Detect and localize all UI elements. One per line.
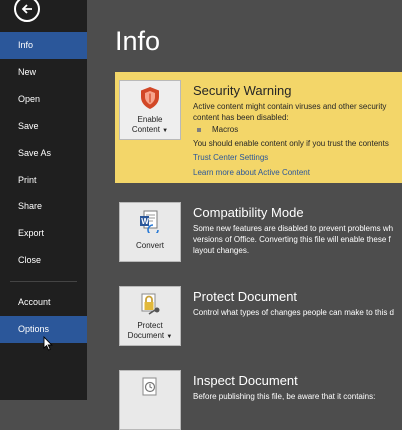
protect-text-1: Control what types of changes people can… <box>193 308 395 317</box>
security-warning-text-3: You should enable content only if you tr… <box>193 139 389 148</box>
nav-item-print[interactable]: Print <box>0 167 87 194</box>
inspect-document-icon <box>142 377 157 396</box>
mouse-pointer-icon <box>43 336 53 351</box>
enable-content-label-line2: Content ▼ <box>131 125 169 134</box>
shield-icon <box>141 87 159 109</box>
convert-document-icon: W <box>140 210 159 233</box>
compatibility-text-2: versions of Office. Converting this file… <box>193 235 391 244</box>
security-warning-panel: Enable Content ▼ Security Warning Active… <box>115 72 402 183</box>
security-warning-text-2: content has been disabled: <box>193 113 289 122</box>
bullet-icon <box>197 128 201 132</box>
nav-item-save[interactable]: Save <box>0 113 87 140</box>
convert-label: Convert <box>135 241 164 250</box>
dropdown-caret-icon: ▼ <box>162 128 169 134</box>
nav-item-info[interactable]: Info <box>0 32 87 59</box>
nav-item-account[interactable]: Account <box>0 289 87 316</box>
nav-item-save-as[interactable]: Save As <box>0 140 87 167</box>
compatibility-text-1: Some new features are disabled to preven… <box>193 224 394 233</box>
trust-center-link[interactable]: Trust Center Settings <box>193 153 268 162</box>
enable-content-button[interactable]: Enable Content ▼ <box>119 80 181 140</box>
protect-document-title: Protect Document <box>193 289 298 304</box>
back-arrow-icon <box>21 4 32 14</box>
lock-key-icon <box>141 293 160 315</box>
security-warning-title: Security Warning <box>193 83 292 98</box>
inspect-document-title: Inspect Document <box>193 373 298 388</box>
protect-label-line2: Document ▼ <box>127 331 173 340</box>
inspect-text-1: Before publishing this file, be aware th… <box>193 392 376 401</box>
page-title: Info <box>115 26 161 56</box>
back-button[interactable] <box>14 0 40 22</box>
dropdown-caret-icon: ▼ <box>166 334 173 340</box>
check-for-issues-button[interactable] <box>119 370 181 430</box>
compatibility-text-3: layout changes. <box>193 246 250 255</box>
backstage-sidebar: Info New Open Save Save As Print Share E… <box>0 0 87 400</box>
nav-divider <box>10 281 77 282</box>
info-pane: Info Enable Content ▼ Security Warning A… <box>87 0 402 430</box>
active-content-link[interactable]: Learn more about Active Content <box>193 168 310 177</box>
security-warning-bullet: Macros <box>212 125 239 134</box>
nav-item-new[interactable]: New <box>0 59 87 86</box>
nav-item-open[interactable]: Open <box>0 86 87 113</box>
nav-item-share[interactable]: Share <box>0 193 87 220</box>
convert-button[interactable]: W Convert <box>119 202 181 262</box>
security-warning-text-1: Active content might contain viruses and… <box>193 102 387 111</box>
svg-text:W: W <box>141 217 149 226</box>
nav-item-close[interactable]: Close <box>0 247 87 274</box>
nav-item-export[interactable]: Export <box>0 220 87 247</box>
protect-document-button[interactable]: Protect Document ▼ <box>119 286 181 346</box>
compatibility-mode-title: Compatibility Mode <box>193 205 304 220</box>
